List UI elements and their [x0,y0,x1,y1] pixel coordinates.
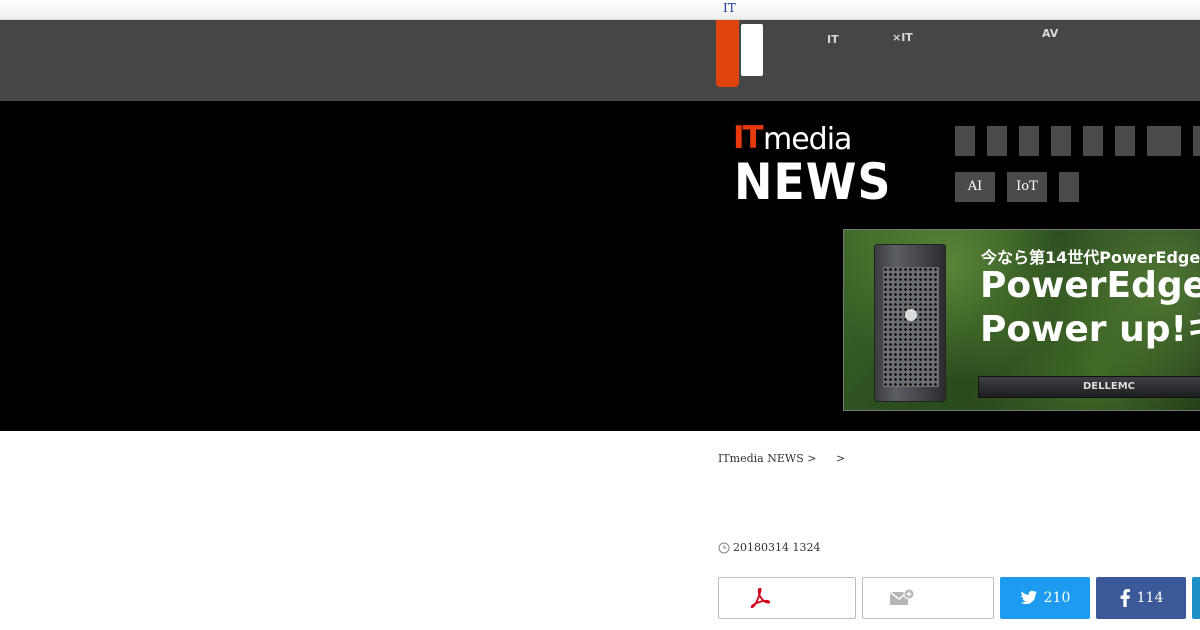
nav-item-3-line1: AV [1042,27,1059,40]
top-link-it[interactable]: IT [723,1,736,15]
nav-item-1-line2: IT [827,33,839,46]
category-4[interactable] [1051,126,1071,156]
global-nav-bar [0,20,1200,101]
clock-icon [718,542,730,553]
top-strip [0,0,1200,20]
pdf-icon [750,587,771,609]
category-5[interactable] [1083,126,1103,156]
subcategory-3[interactable] [1059,172,1079,202]
nav-item-1[interactable]: IT [827,28,839,45]
more-share-button[interactable] [1192,577,1200,619]
breadcrumb-item-1[interactable]: ITmedia NEWS > [718,452,816,465]
server-tower-image [874,244,946,402]
nav-item-2-line2: ×IT [892,31,913,44]
category-6[interactable] [1115,126,1135,156]
category-7[interactable] [1147,126,1181,156]
banner-text-line3: Power up!キ [980,309,1200,350]
facebook-share-button[interactable]: 114 [1096,577,1186,619]
breadcrumb-item-2[interactable]: > [836,452,845,465]
facebook-icon [1120,589,1130,607]
nav-item-2[interactable]: ×IT [892,28,913,43]
category-8[interactable] [1193,126,1200,156]
subcategory-iot[interactable]: IoT [1007,172,1047,202]
category-3[interactable] [1019,126,1039,156]
dell-badge-icon [905,309,917,321]
itmedia-news-logo[interactable]: IT media NEWS [733,120,893,210]
nav-item-3[interactable]: AV [1042,28,1058,39]
server-grille [883,267,939,387]
rack-brand-text: DELLEMC [1083,381,1135,392]
twitter-icon [1020,590,1037,605]
pdf-button[interactable] [718,577,856,619]
article-date-text: 20180314 1324 [733,541,821,554]
breadcrumb: ITmedia NEWS > > [718,452,853,465]
rack-server-image: DELLEMC [978,376,1200,398]
article-date: 20180314 1324 [718,541,820,554]
category-2[interactable] [987,126,1007,156]
banner-text-line2: PowerEdge [980,265,1200,306]
logo-it-text: IT [733,120,764,156]
mail-subscribe-button[interactable] [862,577,994,619]
logo-news-text: NEWS [734,153,892,211]
ad-banner[interactable]: DELLEMC 今なら第14世代PowerEdge PowerEdge Powe… [843,229,1200,411]
twitter-share-button[interactable]: 210 [1000,577,1090,619]
subcategory-ai[interactable]: AI [955,172,995,202]
nav-tab-active[interactable] [716,20,739,87]
facebook-share-count: 114 [1136,590,1164,606]
mail-add-icon [889,588,915,605]
twitter-share-count: 210 [1043,590,1071,606]
category-1[interactable] [955,126,975,156]
nav-tab-secondary[interactable] [741,24,763,76]
